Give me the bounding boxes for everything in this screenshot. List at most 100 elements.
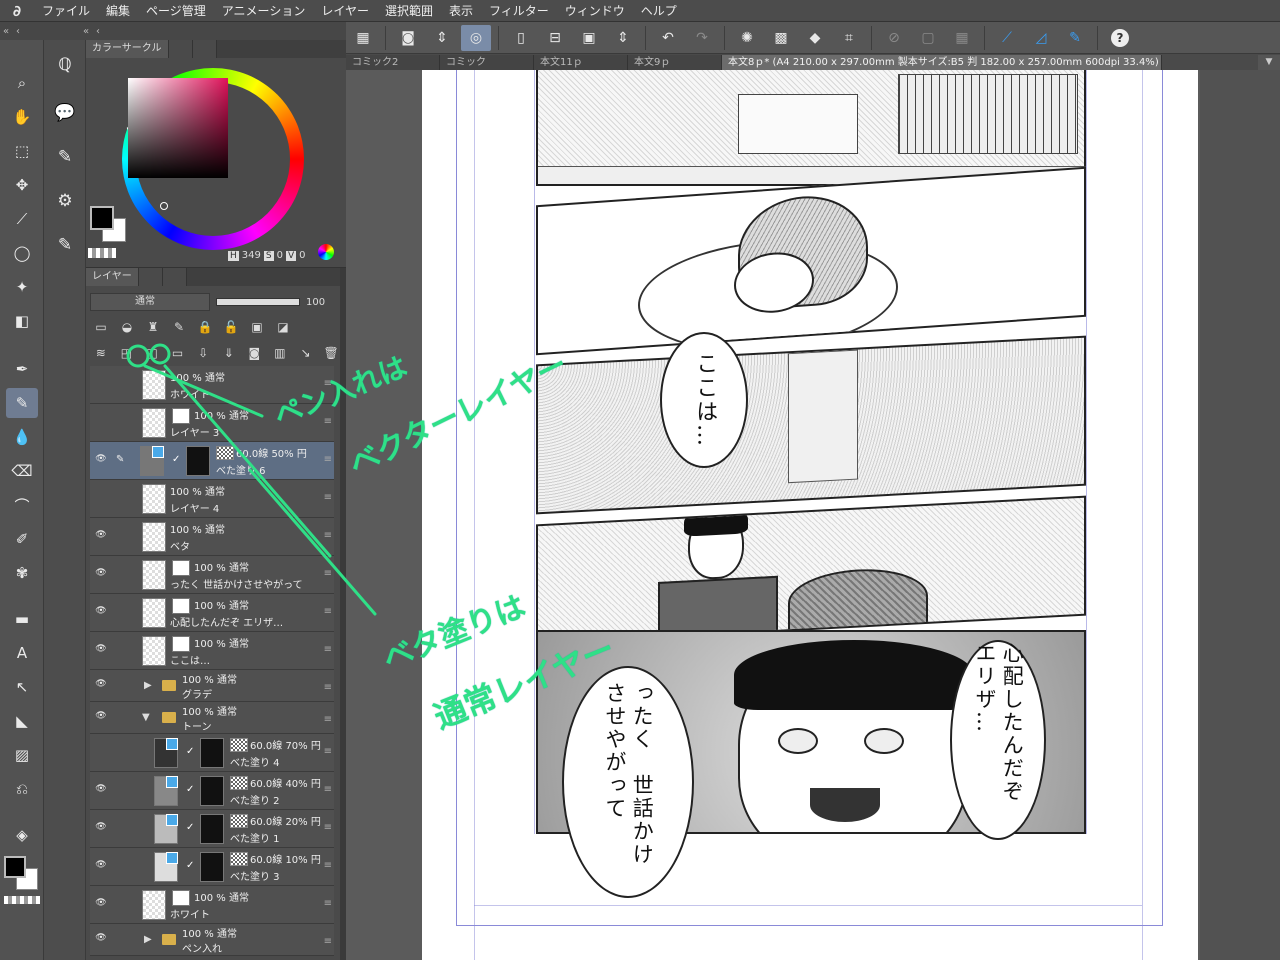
layer-row[interactable]: 👁 100 % 通常 ホワイト ≡ [90, 886, 334, 924]
panel-transparent-color[interactable] [88, 248, 116, 258]
layer-folder-row[interactable]: 👁 ▶ 100 % 通常 グラデ ≡ [90, 670, 334, 702]
sub-settings-icon[interactable]: ⚙ [50, 186, 80, 216]
undo-icon[interactable]: ↶ [653, 25, 683, 51]
opacity-value[interactable]: 100 [306, 297, 325, 308]
move-layer-icon[interactable]: ✥ [6, 170, 38, 200]
menu-layer[interactable]: レイヤー [313, 0, 377, 22]
check-icon[interactable]: ✓ [186, 860, 194, 871]
layer-row[interactable]: 👁 100 % 通常 ここは… ≡ [90, 632, 334, 670]
eye-icon[interactable]: 👁 [94, 606, 108, 618]
color-wheel-icon[interactable] [318, 244, 334, 260]
eye-icon[interactable]: 👁 [94, 679, 108, 691]
drag-grip-icon[interactable]: ≡ [324, 606, 332, 617]
camera-icon[interactable]: ◙ [393, 25, 423, 51]
crop-icon[interactable]: ⌗ [834, 25, 864, 51]
correct-line-icon[interactable]: ⎌ [6, 774, 38, 804]
frame-border-icon[interactable]: ↖ [6, 672, 38, 702]
operation-icon[interactable]: ⬚ [6, 136, 38, 166]
eye-icon[interactable]: 👁 [94, 860, 108, 872]
perspective-icon[interactable]: ◿ [1026, 25, 1056, 51]
grid2-icon[interactable]: ▦ [947, 25, 977, 51]
grid-icon[interactable]: ▦ [348, 25, 378, 51]
saturation-value-square[interactable] [128, 78, 228, 178]
fill-icon[interactable]: ◆ [800, 25, 830, 51]
tab-comic[interactable]: コミック [440, 55, 534, 70]
panel-hospital-room[interactable] [536, 335, 1086, 515]
merge-icon[interactable]: ⇓ [218, 343, 240, 363]
drag-grip-icon[interactable]: ≡ [324, 530, 332, 541]
help-icon[interactable]: ? [1105, 25, 1135, 51]
speech-bubble-shinpai[interactable]: 心配したんだぞ エリザ… [950, 640, 1046, 840]
layer-folder-row[interactable]: 👁 ▼ 100 % 通常 トーン ≡ [90, 702, 334, 734]
text-icon[interactable]: A [6, 638, 38, 668]
main-color-swatch[interactable] [4, 856, 26, 878]
menu-animation[interactable]: アニメーション [214, 0, 314, 22]
collapse-icon[interactable]: ‹ [12, 26, 24, 37]
eye-icon[interactable]: 👁 [94, 933, 108, 945]
new-page-icon[interactable]: ▯ [506, 25, 536, 51]
lock-alpha-icon[interactable]: 🔓 [220, 317, 242, 337]
collapse-icon[interactable]: « [80, 26, 92, 37]
sub-tool-logo-icon[interactable]: ℚ [50, 50, 80, 80]
eyedropper-icon[interactable]: ◧ [6, 306, 38, 336]
tab-page11[interactable]: 本文11ｐ [534, 55, 628, 70]
eye-icon[interactable]: 👁 [94, 822, 108, 834]
layer-row[interactable]: 👁 100 % 通常 ベタ ≡ [90, 518, 334, 556]
eye-icon[interactable]: 👁 [94, 568, 108, 580]
tab-layer-search[interactable] [162, 268, 187, 286]
spray-icon[interactable]: ✺ [732, 25, 762, 51]
drag-grip-icon[interactable]: ≡ [324, 860, 332, 871]
drag-grip-icon[interactable]: ≡ [324, 822, 332, 833]
transfer-down-icon[interactable]: ⇩ [192, 343, 214, 363]
speech-bubble-ttaku[interactable]: ったく 世話かけさせやがって [562, 666, 694, 898]
drag-grip-icon[interactable]: ≡ [324, 454, 332, 465]
open-icon[interactable]: ⊟ [540, 25, 570, 51]
drag-grip-icon[interactable]: ≡ [324, 492, 332, 503]
menu-file[interactable]: ファイル [34, 0, 98, 22]
eye-icon[interactable]: 👁 [94, 454, 108, 466]
tab-layer[interactable]: レイヤー [86, 268, 139, 286]
tab-layer-property[interactable] [138, 268, 163, 286]
sub-pen-icon[interactable]: ✎ [50, 142, 80, 172]
drag-grip-icon[interactable]: ≡ [324, 936, 332, 947]
hand-icon[interactable]: ✋ [6, 102, 38, 132]
eye-icon[interactable]: 👁 [94, 530, 108, 542]
drag-grip-icon[interactable]: ≡ [324, 898, 332, 909]
pen-icon[interactable]: ✒ [6, 354, 38, 384]
blend-mode-select[interactable]: 通常 [90, 293, 210, 311]
new-raster-layer-icon[interactable]: ◰ [116, 343, 138, 363]
manga-page[interactable]: ここは… 心配したんだぞ エリザ… ったく 世話かけさせやがって [422, 70, 1198, 960]
layer-row[interactable]: ✓ 60.0線 70% 円 べた塗り 4 ≡ [90, 734, 334, 772]
ruler-icon[interactable]: ⟋ [992, 25, 1022, 51]
check-icon[interactable]: ✓ [186, 746, 194, 757]
gradient-icon[interactable]: ▨ [6, 740, 38, 770]
layer-color-icon[interactable]: ▭ [90, 317, 112, 337]
layer-row[interactable]: 👁 ✓ 60.0線 20% 円 べた塗り 1 ≡ [90, 810, 334, 848]
menu-edit[interactable]: 編集 [98, 0, 138, 22]
reference-icon[interactable]: ♜ [142, 317, 164, 337]
draft-icon[interactable]: ✎ [168, 317, 190, 337]
panel-waking-girl[interactable] [536, 166, 1086, 356]
folder-expand-icon[interactable]: ▶ [144, 680, 152, 691]
save-icon[interactable]: ▣ [574, 25, 604, 51]
brush-icon[interactable]: 💧 [6, 422, 38, 452]
spinner-icon[interactable]: ⇕ [427, 25, 457, 51]
trash-icon[interactable]: 🗑 [320, 343, 342, 363]
transparent-color-swatch[interactable] [4, 896, 40, 904]
spiral-icon[interactable]: ◎ [461, 24, 491, 51]
eye-icon[interactable]: 👁 [94, 711, 108, 723]
clip-icon[interactable]: ◒ [116, 317, 138, 337]
app-logo-icon[interactable]: ∂ [0, 2, 34, 20]
new-folder-icon[interactable]: ▭ [167, 343, 189, 363]
menu-selection[interactable]: 選択範囲 [377, 0, 441, 22]
drag-grip-icon[interactable]: ≡ [324, 682, 332, 693]
drag-grip-icon[interactable]: ≡ [324, 714, 332, 725]
lock-icon[interactable]: 🔒 [194, 317, 216, 337]
blend-icon[interactable]: ⌒ [6, 490, 38, 520]
collapse-icon[interactable]: « [0, 26, 12, 37]
panel-buildings[interactable] [536, 70, 1086, 186]
tab-color-set[interactable] [192, 40, 217, 58]
select-pen-icon[interactable]: ⟋ [6, 204, 38, 234]
pencil-icon[interactable]: ✎ [6, 388, 38, 418]
layer-mask-icon[interactable]: ◙ [244, 343, 266, 363]
